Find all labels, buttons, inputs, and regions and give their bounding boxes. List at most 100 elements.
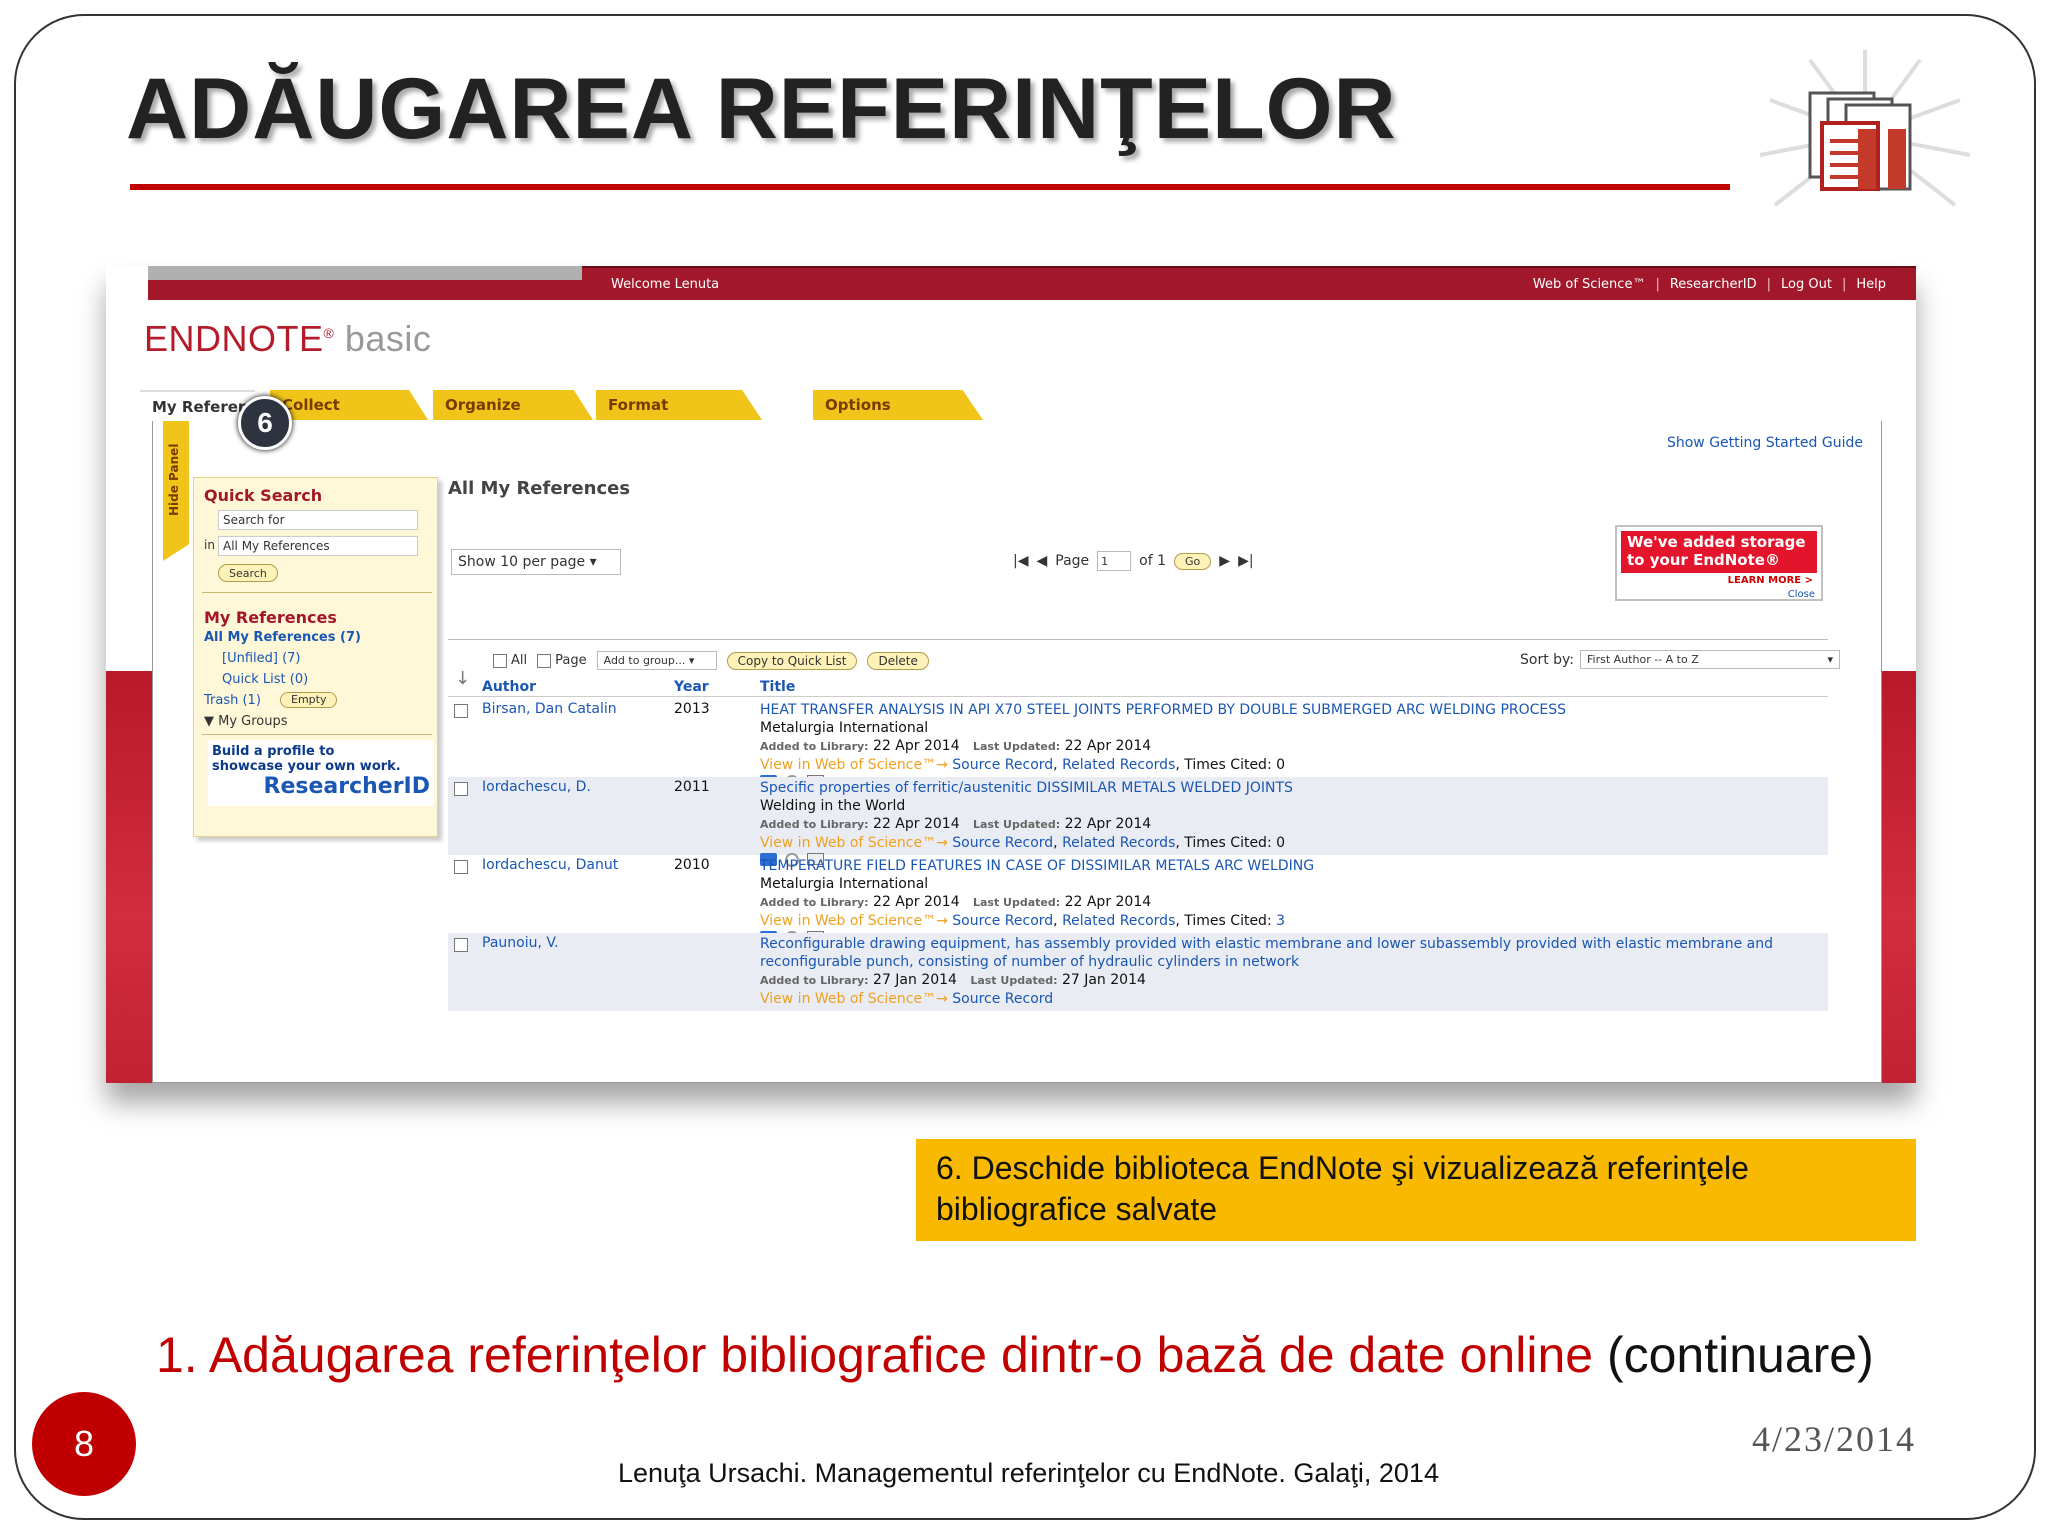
quick-search-heading: Quick Search: [204, 486, 323, 505]
row-author[interactable]: Birsan, Dan Catalin: [482, 701, 617, 717]
add-to-group-select[interactable]: Add to group... ▾: [596, 651, 717, 670]
row-author[interactable]: Iordachescu, D.: [482, 779, 591, 795]
callout-box: 6. Deschide biblioteca EndNote şi vizual…: [916, 1139, 1916, 1241]
prev-page-icon[interactable]: ◀: [1036, 553, 1047, 569]
search-button[interactable]: Search: [218, 564, 278, 582]
related-records-link[interactable]: Related Records: [1062, 913, 1175, 929]
welcome-text: Welcome Lenuta: [611, 277, 720, 292]
sort-select[interactable]: First Author -- A to Z ▾: [1580, 650, 1841, 669]
table-row: Iordachescu, Danut 2010 TEMPERATURE FIELD …: [448, 855, 1828, 948]
researcherid-promo[interactable]: Build a profile to showcase your own wor…: [208, 740, 434, 806]
empty-trash-button[interactable]: Empty: [280, 692, 338, 708]
select-page-checkbox[interactable]: Page: [537, 653, 587, 668]
column-title[interactable]: Title: [760, 679, 795, 695]
quick-search-panel: Quick Search Search for in All My Refere…: [193, 477, 438, 837]
pager: |◀ ◀ Page 1 of 1 Go ▶ ▶|: [1013, 551, 1254, 571]
times-cited-value: 0: [1276, 757, 1286, 773]
row-checkbox[interactable]: [454, 937, 472, 953]
subtitle-main: 1. Adăugarea referinţelor bibliografice …: [156, 1327, 1594, 1383]
view-in-wos-link[interactable]: View in Web of Science™→: [760, 757, 948, 773]
page-input[interactable]: 1: [1097, 551, 1132, 571]
row-year: 2013: [674, 701, 710, 717]
link-web-of-science[interactable]: Web of Science™: [1533, 277, 1646, 292]
row-title[interactable]: Specific properties of ferritic/austenit…: [760, 779, 1820, 797]
all-my-references-link[interactable]: All My References (7): [204, 630, 361, 645]
copy-to-quick-list-button[interactable]: Copy to Quick List: [726, 651, 858, 670]
row-title-block: Reconfigurable drawing equipment, has as…: [760, 935, 1820, 1008]
promo-close-link[interactable]: Close: [1788, 589, 1815, 600]
row-title-block: Specific properties of ferritic/austenit…: [760, 779, 1820, 870]
sort-control: Sort by: First Author -- A to Z ▾: [1520, 650, 1841, 669]
row-title[interactable]: Reconfigurable drawing equipment, has as…: [760, 935, 1820, 971]
related-records-link[interactable]: Related Records: [1062, 835, 1175, 851]
researcherid-logo: ResearcherID: [263, 774, 431, 799]
row-year: 2011: [674, 779, 710, 795]
row-author[interactable]: Iordachescu, Danut: [482, 857, 618, 873]
next-page-icon[interactable]: ▶: [1219, 553, 1230, 569]
page-label: Page: [1055, 553, 1090, 569]
tab-organize[interactable]: Organize: [433, 390, 593, 420]
last-page-icon[interactable]: ▶|: [1238, 553, 1253, 569]
getting-started-link[interactable]: Show Getting Started Guide: [1667, 435, 1863, 451]
table-row: Iordachescu, D. 2011 Specific properties o…: [448, 777, 1828, 870]
hide-panel-toggle[interactable]: Hide Panel: [163, 421, 189, 561]
trash-link[interactable]: Trash (1): [204, 693, 261, 708]
quick-list-link[interactable]: Quick List (0): [222, 672, 308, 687]
view-in-wos-link[interactable]: View in Web of Science™→: [760, 835, 948, 851]
row-title-block: TEMPERATURE FIELD FEATURES IN CASE OF DI…: [760, 857, 1820, 948]
row-checkbox[interactable]: [454, 781, 472, 797]
link-log-out[interactable]: Log Out: [1781, 277, 1832, 292]
record-links: View in Web of Science™→ Source Record, …: [760, 913, 1286, 929]
view-in-wos-link[interactable]: View in Web of Science™→: [760, 913, 948, 929]
source-record-link[interactable]: Source Record: [952, 757, 1053, 773]
tab-format[interactable]: Format: [596, 390, 762, 420]
documents-logo-icon: [1759, 50, 1971, 207]
go-button[interactable]: Go: [1174, 552, 1212, 570]
unfiled-link[interactable]: [Unfiled] (7): [222, 651, 301, 666]
journal: Metalurgia International: [760, 876, 929, 892]
times-cited-value[interactable]: 3: [1276, 913, 1285, 929]
source-record-link[interactable]: Source Record: [952, 913, 1053, 929]
tab-collect[interactable]: Collect: [270, 390, 428, 420]
table-top-rule: [448, 639, 1828, 640]
tab-options[interactable]: Options: [813, 390, 983, 420]
divider: [202, 734, 432, 735]
search-scope-select[interactable]: All My References: [218, 536, 418, 556]
slide-number: 8: [32, 1392, 136, 1496]
per-page-select[interactable]: Show 10 per page ▾: [451, 549, 621, 575]
slide-title: ADĂUGAREA REFERINŢELOR: [126, 61, 1397, 157]
search-input[interactable]: Search for: [218, 510, 418, 530]
journal: Welding in the World: [760, 798, 906, 814]
row-title[interactable]: TEMPERATURE FIELD FEATURES IN CASE OF DI…: [760, 857, 1820, 875]
link-help[interactable]: Help: [1856, 277, 1886, 292]
row-checkbox[interactable]: [454, 859, 472, 875]
source-record-link[interactable]: Source Record: [952, 991, 1053, 1007]
promo-line2: showcase your own work.: [212, 759, 401, 774]
link-researcherid[interactable]: ResearcherID: [1670, 277, 1757, 292]
record-links: View in Web of Science™→ Source Record, …: [760, 835, 1286, 851]
page-title: All My References: [448, 478, 631, 499]
slide-subtitle: 1. Adăugarea referinţelor bibliografice …: [156, 1326, 1874, 1384]
source-record-link[interactable]: Source Record: [952, 835, 1053, 851]
column-author[interactable]: Author: [482, 679, 536, 695]
row-title[interactable]: HEAT TRANSFER ANALYSIS IN API X70 STEEL …: [760, 701, 1820, 719]
view-in-wos-link[interactable]: View in Web of Science™→: [760, 991, 948, 1007]
row-checkbox[interactable]: [454, 703, 472, 719]
page-count: of 1: [1139, 553, 1167, 569]
related-records-link[interactable]: Related Records: [1062, 757, 1175, 773]
subtitle-suffix: (continuare): [1593, 1327, 1874, 1383]
my-references-heading: My References: [204, 608, 337, 627]
times-cited-value: 0: [1276, 835, 1286, 851]
row-title-block: HEAT TRANSFER ANALYSIS IN API X70 STEEL …: [760, 701, 1820, 792]
my-groups-toggle[interactable]: ▼ My Groups: [204, 714, 288, 729]
reference-toolbar: All Page Add to group... ▾ Copy to Quick…: [493, 651, 929, 670]
hide-panel-label: Hide Panel: [167, 443, 181, 516]
first-page-icon[interactable]: |◀: [1013, 553, 1028, 569]
learn-more-link[interactable]: LEARN MORE >: [1728, 575, 1813, 586]
in-label: in: [204, 538, 215, 552]
row-author[interactable]: Paunoiu, V.: [482, 935, 559, 951]
column-year[interactable]: Year: [674, 679, 709, 695]
dates: Added to Library: 27 Jan 2014 Last Updat…: [760, 972, 1146, 988]
delete-button[interactable]: Delete: [867, 651, 929, 670]
select-all-checkbox[interactable]: All: [493, 653, 527, 668]
